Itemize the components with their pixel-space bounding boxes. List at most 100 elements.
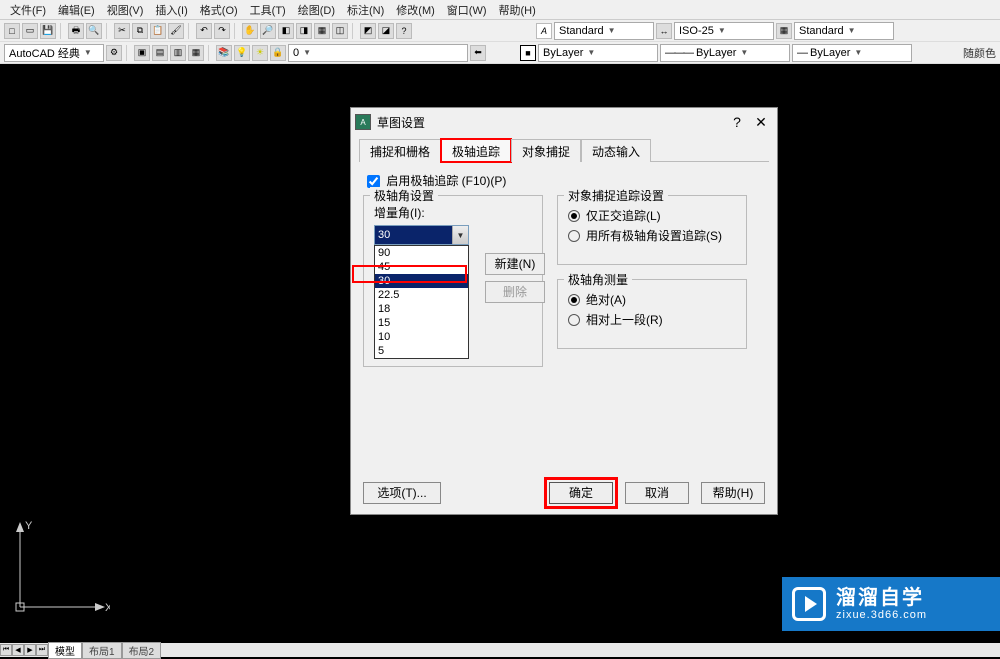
tab-polar-tracking[interactable]: 极轴追踪 [441, 139, 511, 162]
close-icon[interactable]: ✕ [749, 114, 773, 131]
combo-item-45[interactable]: 45 [375, 260, 468, 274]
tb-d-icon[interactable]: ▦ [188, 45, 204, 61]
menu-modify[interactable]: 修改(M) [390, 0, 441, 19]
toolbar-row-1: □ ▭ 💾 🖶 🔍 ✂ ⧉ 📋 🖌 ↶ ↷ ✋ 🔎 ◧ ◨ ▦ ◫ ◩ ◪ ? … [0, 20, 1000, 42]
tablestyle-dropdown[interactable]: Standard ▼ [794, 22, 894, 40]
layer-dropdown[interactable]: 0 ▼ [288, 44, 468, 62]
combo-item-18[interactable]: 18 [375, 302, 468, 316]
lineweight-dropdown[interactable]: — ByLayer ▼ [792, 44, 912, 62]
dimstyle-dropdown[interactable]: ISO-25 ▼ [674, 22, 774, 40]
combo-item-90[interactable]: 90 [375, 246, 468, 260]
dimstyle-icon[interactable]: ↔ [656, 23, 672, 39]
chevron-down-icon[interactable]: ▼ [452, 226, 468, 244]
combo-item-22-5[interactable]: 22.5 [375, 288, 468, 302]
tab-next-icon[interactable]: ▶ [24, 644, 36, 656]
menu-help[interactable]: 帮助(H) [493, 0, 542, 19]
tb-help-icon[interactable]: ? [396, 23, 412, 39]
textstyle-dropdown[interactable]: Standard ▼ [554, 22, 654, 40]
tb-c-icon[interactable]: ▥ [170, 45, 186, 61]
cancel-button[interactable]: 取消 [625, 482, 689, 504]
dialog-titlebar[interactable]: A 草图设置 ? ✕ [351, 108, 777, 136]
dropdown-arrow-icon: ▼ [718, 26, 726, 35]
ws-settings-icon[interactable]: ⚙ [106, 45, 122, 61]
tb-cut-icon[interactable]: ✂ [114, 23, 130, 39]
tb-redo-icon[interactable]: ↷ [214, 23, 230, 39]
tb-misc-icon[interactable]: ◧ [278, 23, 294, 39]
tb-misc3-icon[interactable]: ▦ [314, 23, 330, 39]
menu-tools[interactable]: 工具(T) [244, 0, 292, 19]
tb-paste-icon[interactable]: 📋 [150, 23, 166, 39]
tb-b-icon[interactable]: ▤ [152, 45, 168, 61]
tb-print-icon[interactable]: 🖶 [68, 23, 84, 39]
dialog-body: 启用极轴追踪 (F10)(P) 极轴角设置 增量角(I): 30 ▼ 90 45 [351, 162, 777, 373]
bulb-icon[interactable]: 💡 [234, 45, 250, 61]
polar-angle-group-title: 极轴角设置 [370, 187, 438, 204]
layout1-tab[interactable]: 布局1 [82, 642, 122, 659]
menu-insert[interactable]: 插入(I) [149, 0, 193, 19]
dropdown-arrow-icon: ▼ [740, 48, 748, 57]
tab-prev-icon[interactable]: ◀ [12, 644, 24, 656]
layer-manager-icon[interactable]: 📚 [216, 45, 232, 61]
menu-window[interactable]: 窗口(W) [441, 0, 493, 19]
tb-pan-icon[interactable]: ✋ [242, 23, 258, 39]
tb-save-icon[interactable]: 💾 [40, 23, 56, 39]
color-icon[interactable]: ■ [520, 45, 536, 61]
layer-prev-icon[interactable]: ⬅ [470, 45, 486, 61]
tb-misc2-icon[interactable]: ◨ [296, 23, 312, 39]
track-all-radio[interactable] [568, 230, 580, 242]
measure-relative-radio[interactable] [568, 314, 580, 326]
menu-view[interactable]: 视图(V) [101, 0, 150, 19]
tb-copy-icon[interactable]: ⧉ [132, 23, 148, 39]
ucs-icon: Y X [10, 517, 110, 617]
combo-item-15[interactable]: 15 [375, 316, 468, 330]
tb-a-icon[interactable]: ▣ [134, 45, 150, 61]
menu-file[interactable]: 文件(F) [4, 0, 52, 19]
tb-zoom-icon[interactable]: 🔎 [260, 23, 276, 39]
tb-misc6-icon[interactable]: ◪ [378, 23, 394, 39]
menu-draw[interactable]: 绘图(D) [292, 0, 341, 19]
combo-item-5[interactable]: 5 [375, 344, 468, 358]
model-tab[interactable]: 模型 [48, 642, 82, 659]
new-button[interactable]: 新建(N) [485, 253, 545, 275]
lineweight-value: ByLayer [810, 47, 850, 59]
help-button[interactable]: 帮助(H) [701, 482, 765, 504]
watermark-banner: 溜溜自学 zixue.3d66.com [782, 577, 1000, 631]
combo-item-10[interactable]: 10 [375, 330, 468, 344]
sun-icon[interactable]: ☀ [252, 45, 268, 61]
tb-match-icon[interactable]: 🖌 [168, 23, 184, 39]
textstyle-icon[interactable]: A [536, 23, 552, 39]
tab-last-icon[interactable]: ⏭ [36, 644, 48, 656]
tb-preview-icon[interactable]: 🔍 [86, 23, 102, 39]
options-button[interactable]: 选项(T)... [363, 482, 441, 504]
measure-absolute-radio[interactable] [568, 294, 580, 306]
layout2-tab[interactable]: 布局2 [122, 642, 162, 659]
tb-open-icon[interactable]: ▭ [22, 23, 38, 39]
menu-dimension[interactable]: 标注(N) [341, 0, 390, 19]
tablestyle-icon[interactable]: ▦ [776, 23, 792, 39]
tb-misc4-icon[interactable]: ◫ [332, 23, 348, 39]
toolbar-row-2: AutoCAD 经典 ▼ ⚙ ▣ ▤ ▥ ▦ 📚 💡 ☀ 🔒 0 ▼ ⬅ ■ B… [0, 42, 1000, 64]
lock-icon[interactable]: 🔒 [270, 45, 286, 61]
tab-object-snap[interactable]: 对象捕捉 [511, 139, 581, 162]
linetype-dropdown[interactable]: ——— ByLayer ▼ [660, 44, 790, 62]
tb-misc5-icon[interactable]: ◩ [360, 23, 376, 39]
dialog-app-icon: A [355, 114, 371, 130]
dropdown-arrow-icon: ▼ [608, 26, 616, 35]
tab-first-icon[interactable]: ⏮ [0, 644, 12, 656]
tb-undo-icon[interactable]: ↶ [196, 23, 212, 39]
color-dropdown[interactable]: ByLayer ▼ [538, 44, 658, 62]
tb-new-icon[interactable]: □ [4, 23, 20, 39]
dialog-help-icon[interactable]: ? [725, 114, 749, 130]
tab-dynamic-input[interactable]: 动态输入 [581, 139, 651, 162]
track-ortho-radio[interactable] [568, 210, 580, 222]
menu-edit[interactable]: 编辑(E) [52, 0, 101, 19]
increment-angle-combo[interactable]: 30 ▼ [374, 225, 469, 245]
ok-button[interactable]: 确定 [549, 482, 613, 504]
measure-group-title: 极轴角测量 [564, 271, 632, 288]
combo-item-30[interactable]: 30 [375, 274, 468, 288]
workspace-dropdown[interactable]: AutoCAD 经典 ▼ [4, 44, 104, 62]
tab-snap-grid[interactable]: 捕捉和栅格 [359, 139, 441, 162]
menu-format[interactable]: 格式(O) [194, 0, 244, 19]
layer-value: 0 [293, 47, 299, 59]
dropdown-arrow-icon: ▼ [84, 48, 92, 57]
